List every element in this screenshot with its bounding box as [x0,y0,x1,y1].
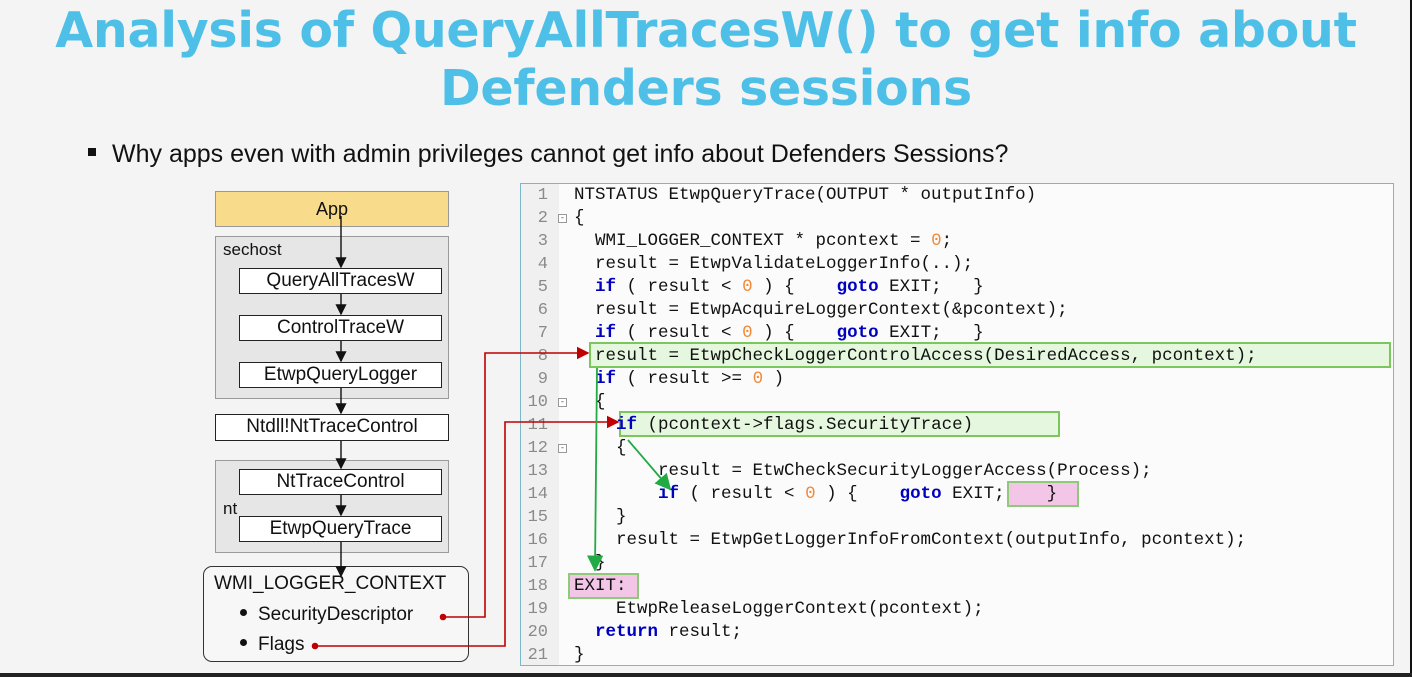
sechost-label: sechost [223,240,282,259]
context-title: WMI_LOGGER_CONTEXT [214,573,447,594]
func-etwpquerylogger: EtwpQueryLogger [239,362,442,388]
slide: Analysis of QueryAllTracesW() to get inf… [0,0,1412,677]
slide-title: Analysis of QueryAllTracesW() to get inf… [0,2,1412,118]
func-etwpquerytrace: EtwpQueryTrace [239,516,442,542]
fold-minus-icon: - [558,213,567,223]
bottom-edge [0,673,1412,677]
bullet-point: Why apps even with admin privileges cann… [88,140,1008,169]
func-controltracew: ControlTraceW [239,315,442,341]
fold-minus-icon: - [558,443,567,453]
wmi-logger-context-box: WMI_LOGGER_CONTEXT SecurityDescriptor Fl… [203,566,469,662]
func-queryalltracesw: QueryAllTracesW [239,268,442,294]
bullet-dot-icon [240,609,247,617]
func-ntdll-nttracecontrol: Ntdll!NtTraceControl [215,414,449,441]
context-item-flags: Flags [240,634,304,656]
code-panel: 1 NTSTATUS EtwpQueryTrace(OUTPUT * output… [520,183,1394,666]
bullet-text: Why apps even with admin privileges cann… [112,140,1009,168]
func-nttracecontrol: NtTraceControl [239,469,442,495]
title-line-2: Defenders sessions [440,60,972,117]
context-item-securitydescriptor: SecurityDescriptor [240,604,413,626]
nt-label: nt [223,499,238,518]
bullet-dot-icon [240,639,247,647]
app-box: App [215,191,449,227]
square-bullet-icon [88,148,96,157]
fold-minus-icon: - [558,397,567,407]
title-line-1: Analysis of QueryAllTracesW() to get inf… [55,2,1357,59]
